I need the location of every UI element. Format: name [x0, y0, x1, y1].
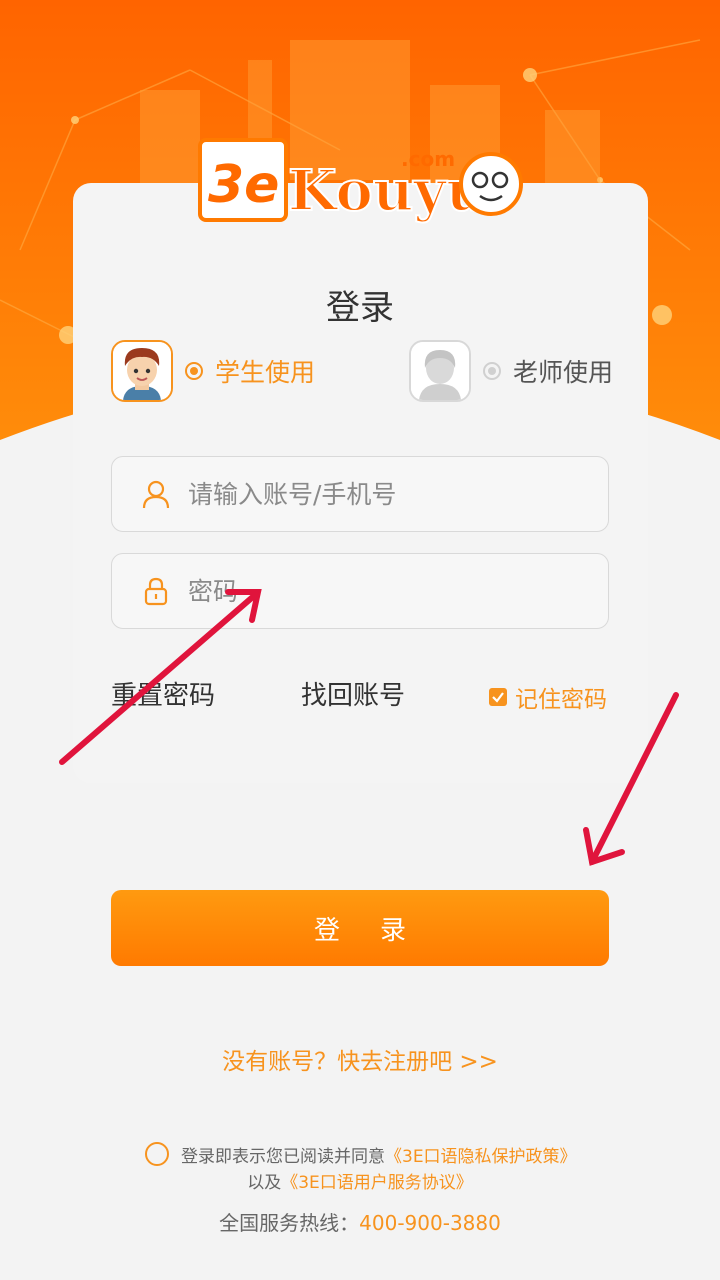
hotline-label: 全国服务热线：	[219, 1211, 360, 1235]
reset-password-link[interactable]: 重置密码	[111, 675, 215, 712]
agreement-line-1: 登录即表示您已阅读并同意《3E口语隐私保护政策》	[181, 1142, 577, 1167]
service-hotline: 全国服务热线：400-900-3880	[0, 1207, 720, 1236]
user-agreement-link[interactable]: 《3E口语用户服务协议》	[281, 1173, 473, 1193]
agreement-prefix: 登录即表示您已阅读并同意	[181, 1147, 385, 1167]
student-avatar-icon	[111, 340, 173, 402]
password-input[interactable]	[188, 576, 568, 606]
checkbox-checked-icon[interactable]	[489, 688, 507, 706]
find-account-link[interactable]: 找回账号	[301, 675, 405, 712]
hotline-number[interactable]: 400-900-3880	[359, 1211, 501, 1235]
agreement-line-2: 以及《3E口语用户服务协议》	[0, 1168, 720, 1193]
page-title: 登录	[326, 288, 394, 328]
teacher-role-label: 老师使用	[513, 358, 614, 387]
remember-password-toggle[interactable]: 记住密码	[489, 680, 607, 714]
teacher-avatar-icon	[409, 340, 471, 402]
privacy-policy-link[interactable]: 《3E口语隐私保护政策》	[385, 1147, 577, 1167]
user-icon	[140, 478, 172, 510]
logo-mark-text: 3e	[208, 155, 279, 215]
account-input[interactable]	[188, 479, 568, 509]
agreement-conjunction: 以及	[247, 1173, 282, 1193]
role-option-student[interactable]: 学生使用	[111, 340, 315, 402]
teacher-radio[interactable]	[483, 362, 501, 380]
student-radio[interactable]	[185, 362, 203, 380]
student-role-label: 学生使用	[215, 358, 316, 387]
logo-domain-text: .com	[401, 147, 455, 171]
brand-logo: 3e Kouyu .com	[196, 136, 526, 226]
remember-password-label: 记住密码	[515, 687, 607, 713]
lock-icon	[140, 575, 172, 607]
register-link[interactable]: 没有账号？快去注册吧 >>	[0, 1042, 720, 1076]
account-field[interactable]	[111, 456, 609, 532]
role-option-teacher[interactable]: 老师使用	[409, 340, 613, 402]
logo-name-text: Kouyu	[288, 158, 487, 224]
password-field[interactable]	[111, 553, 609, 629]
login-button[interactable]: 登录	[111, 890, 609, 966]
agreement-radio[interactable]	[145, 1142, 169, 1166]
